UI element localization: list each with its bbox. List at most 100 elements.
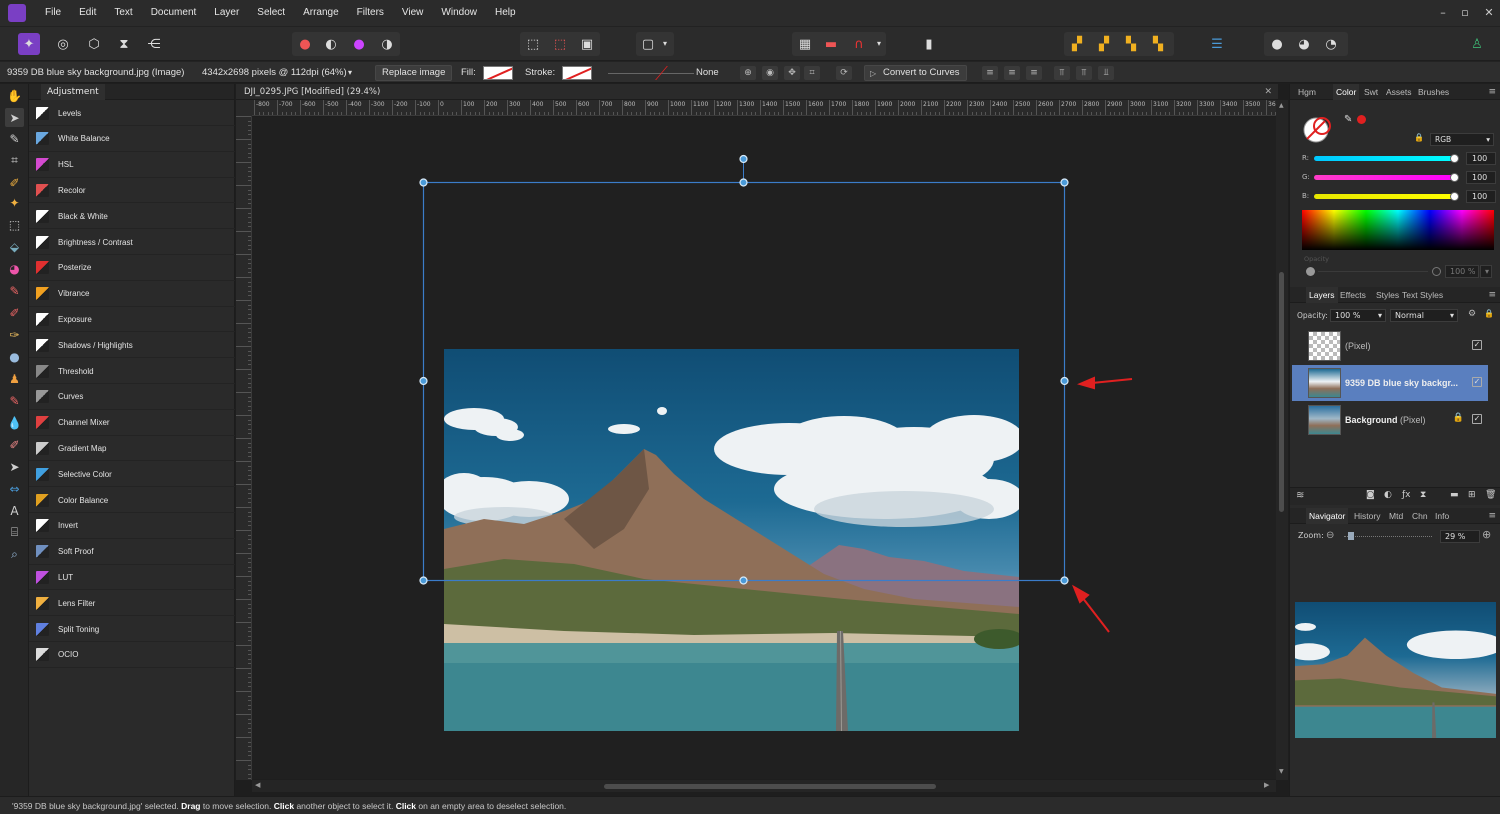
affinity-photo-logo-icon[interactable] <box>8 4 26 22</box>
close-window-button[interactable]: ✕ <box>1478 0 1500 26</box>
account-button[interactable]: ♙ <box>1466 33 1488 55</box>
auto-white-balance-button[interactable]: ◑ <box>376 33 398 55</box>
text-tool-icon[interactable]: A <box>5 501 24 520</box>
auto-colors-button[interactable]: ● <box>348 33 370 55</box>
green-value[interactable]: 100 <box>1466 171 1496 184</box>
tab-layers[interactable]: Layers <box>1306 287 1338 303</box>
handle-bottom-center[interactable] <box>739 576 748 585</box>
tab-styles[interactable]: Styles <box>1376 287 1399 303</box>
photo-persona-button[interactable]: ✦ <box>18 33 40 55</box>
menu-select[interactable]: Select <box>248 0 294 26</box>
minimize-button[interactable]: – <box>1432 0 1454 26</box>
tab-assets[interactable]: Assets <box>1386 84 1412 100</box>
guides-button[interactable]: ▬ <box>820 33 842 55</box>
flood-fill-tool-icon[interactable]: ⬙ <box>5 237 24 256</box>
fx-icon[interactable]: ƒx <box>1402 490 1411 500</box>
align-top-icon[interactable]: ⫪ <box>1054 66 1070 80</box>
handle-bottom-right[interactable] <box>1060 576 1069 585</box>
layer-row[interactable]: (Pixel) ✓ <box>1292 328 1488 364</box>
view-tool-hand-icon[interactable]: ✋ <box>5 86 24 105</box>
adjustment-curves[interactable]: Curves <box>29 385 235 410</box>
maximize-button[interactable]: ▫ <box>1454 0 1476 26</box>
rotation-handle[interactable] <box>739 154 748 164</box>
layer-row[interactable]: Background (Pixel) ✓ 🔒 <box>1292 402 1488 438</box>
clone-brush-tool-icon[interactable]: ● <box>5 347 24 366</box>
adjustment-color-balance[interactable]: Color Balance <box>29 488 235 513</box>
align-left-icon[interactable]: ≡ <box>982 66 998 80</box>
fill-stroke-selector[interactable] <box>1302 114 1334 146</box>
grid-button[interactable]: ▦ <box>794 33 816 55</box>
navigator-panel-menu-icon[interactable]: ≡ <box>1488 508 1496 524</box>
canvas[interactable] <box>252 117 1276 779</box>
deselect-button[interactable]: ⬚ <box>549 33 571 55</box>
zoom-in-icon[interactable]: ⊕ <box>1482 528 1491 541</box>
adjustment-channel-mixer[interactable]: Channel Mixer <box>29 411 235 436</box>
pen-tool-icon[interactable]: ➤ <box>5 457 24 476</box>
zoom-out-icon[interactable]: ⊖ <box>1326 530 1334 541</box>
opacity-track[interactable] <box>1318 271 1428 272</box>
snapping-dropdown[interactable]: ▾ <box>872 33 886 55</box>
tab-channels[interactable]: Chn <box>1412 508 1428 524</box>
zoom-tool-icon[interactable]: ⌕ <box>5 545 24 564</box>
live-filter-icon[interactable]: ⧗ <box>1420 490 1426 500</box>
adjustment-black-white[interactable]: Black & White <box>29 204 235 230</box>
move-tool-icon[interactable]: ➤ <box>5 108 24 127</box>
alignment-button[interactable]: ☰ <box>1206 33 1228 55</box>
color-model-select[interactable]: RGB ▾ <box>1430 133 1494 146</box>
opacity-knob[interactable] <box>1306 267 1315 276</box>
add-pixel-layer-icon[interactable]: ⊞ <box>1468 490 1476 500</box>
menu-filters[interactable]: Filters <box>348 0 393 26</box>
handle-top-center[interactable] <box>739 178 748 187</box>
marquee-tool-icon[interactable]: ⬚ <box>5 215 24 234</box>
adjustment-soft-proof[interactable]: Soft Proof <box>29 540 235 565</box>
delete-layer-icon[interactable]: 🗑 <box>1485 490 1496 500</box>
export-persona-button[interactable]: ⋲ <box>143 33 165 55</box>
align-right-icon[interactable]: ≡ <box>1026 66 1042 80</box>
add-boolean-button[interactable]: ● <box>1266 33 1288 55</box>
menu-document[interactable]: Document <box>142 0 206 26</box>
adjustment-white-balance[interactable]: White Balance <box>29 127 235 152</box>
opacity-dropdown-icon[interactable]: ▾ <box>1480 265 1492 278</box>
layer-visibility-checkbox[interactable]: ✓ <box>1472 340 1482 350</box>
red-track[interactable] <box>1314 156 1456 161</box>
tone-mapping-persona-button[interactable]: ⧗ <box>113 33 135 55</box>
menu-edit[interactable]: Edit <box>70 0 105 26</box>
navigator-preview[interactable] <box>1295 602 1496 738</box>
menu-layer[interactable]: Layer <box>205 0 248 26</box>
adjustment-split-toning[interactable]: Split Toning <box>29 617 235 642</box>
blue-value[interactable]: 100 <box>1466 190 1496 203</box>
assistant-button[interactable]: ▮ <box>918 33 940 55</box>
adjustment-selective-color[interactable]: Selective Color <box>29 462 235 488</box>
move-handle-icon[interactable]: ✥ <box>784 66 800 80</box>
convert-to-curves-button[interactable]: Convert to Curves <box>864 65 967 81</box>
scroll-up-icon[interactable]: ▲ <box>1279 102 1284 109</box>
blue-knob[interactable] <box>1450 192 1459 201</box>
blue-track[interactable] <box>1314 194 1456 199</box>
invert-selection-button[interactable]: ▣ <box>576 33 598 55</box>
handle-top-right[interactable] <box>1060 178 1069 187</box>
layer-visibility-checkbox[interactable]: ✓ <box>1472 377 1482 387</box>
develop-persona-button[interactable]: ⬡ <box>83 33 105 55</box>
redeye-tool-icon[interactable]: ✎ <box>5 391 24 410</box>
tab-metadata[interactable]: Mtd <box>1389 508 1403 524</box>
menu-window[interactable]: Window <box>432 0 486 26</box>
red-slider[interactable]: R: 100 <box>1290 152 1500 166</box>
hide-selection-icon[interactable]: ◉ <box>762 66 778 80</box>
tab-effects[interactable]: Effects <box>1340 287 1366 303</box>
layer-settings-gear-icon[interactable]: ⚙ <box>1468 309 1476 319</box>
smudge-brush-tool-icon[interactable]: ✐ <box>5 435 24 454</box>
scroll-left-icon[interactable]: ◀ <box>255 781 260 789</box>
menu-arrange[interactable]: Arrange <box>294 0 348 26</box>
erase-brush-tool-icon[interactable]: ✐ <box>5 303 24 322</box>
tab-color[interactable]: Color <box>1333 84 1360 100</box>
move-to-back-button[interactable]: ▞ <box>1066 33 1088 55</box>
adjustment-invert[interactable]: Invert <box>29 514 235 539</box>
layer-locked-icon[interactable]: 🔒 <box>1453 413 1464 423</box>
opacity-value[interactable]: 100 % <box>1445 265 1479 278</box>
adjustment-shadows-highlights[interactable]: Shadows / Highlights <box>29 333 235 359</box>
panel-menu-icon[interactable]: ≡ <box>1488 84 1496 100</box>
vertical-scrollbar[interactable]: ▲ ▼ <box>1276 100 1288 780</box>
select-all-button[interactable]: ⬚ <box>522 33 544 55</box>
paint-brush-tool-icon[interactable]: ✎ <box>5 281 24 300</box>
document-tab[interactable]: DJI_0295.JPG [Modified] (29.4%) ✕ <box>236 84 1278 100</box>
